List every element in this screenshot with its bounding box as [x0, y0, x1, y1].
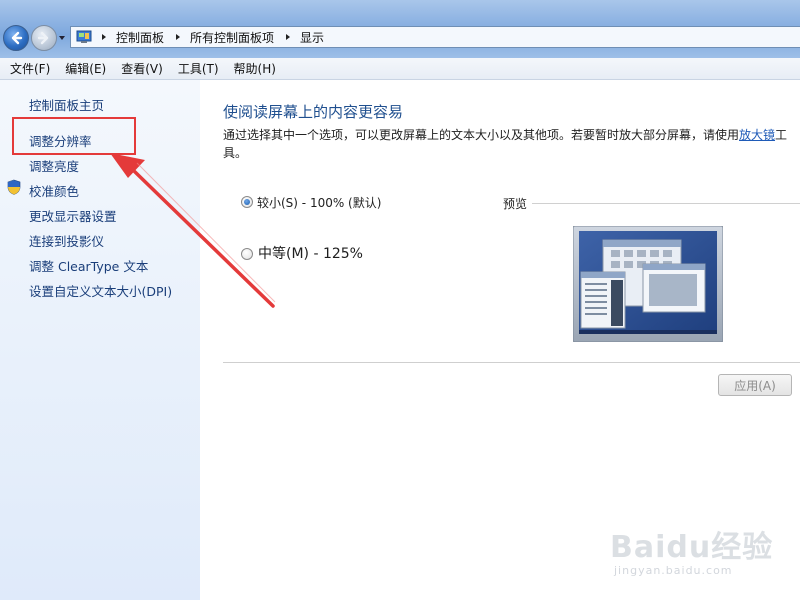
breadcrumb-separator-icon[interactable] — [174, 33, 182, 41]
content-divider — [223, 362, 800, 363]
description-text: 通过选择其中一个选项，可以更改屏幕上的文本大小以及其他项。若要暂时放大部分屏幕，… — [223, 128, 740, 142]
breadcrumb-display[interactable]: 显示 — [300, 29, 324, 46]
back-button[interactable] — [3, 25, 29, 51]
sidebar-item-change-display-settings[interactable]: 更改显示器设置 — [29, 206, 117, 225]
forward-button[interactable] — [31, 25, 57, 51]
menu-bar: 文件(F) 编辑(E) 查看(V) 工具(T) 帮助(H) — [0, 58, 800, 80]
sidebar-item-cleartype[interactable]: 调整 ClearType 文本 — [29, 256, 148, 275]
watermark-url: jingyan.baidu.com — [614, 564, 733, 577]
menu-tools[interactable]: 工具(T) — [178, 60, 219, 77]
history-dropdown-icon[interactable] — [58, 34, 66, 42]
breadcrumb-separator-icon[interactable] — [284, 33, 292, 41]
sidebar-item-calibrate-color[interactable]: 校准颜色 — [29, 181, 79, 200]
page-title: 使阅读屏幕上的内容更容易 — [223, 103, 404, 121]
breadcrumb-all-items[interactable]: 所有控制面板项 — [190, 29, 274, 46]
menu-edit[interactable]: 编辑(E) — [65, 60, 106, 77]
sidebar: 控制面板主页 调整分辨率 调整亮度 校准颜色 更改显示器设置 连接到投影仪 调整… — [0, 80, 200, 600]
radio-smaller-label[interactable]: 较小(S) - 100% (默认) — [257, 194, 381, 211]
back-arrow-icon — [11, 31, 23, 45]
navigation-bar: 控制面板 所有控制面板项 显示 — [0, 0, 800, 58]
radio-medium[interactable] — [241, 248, 253, 260]
radio-smaller[interactable] — [241, 196, 253, 208]
magnifier-link[interactable]: 放大镜 — [739, 128, 775, 142]
apply-button[interactable]: 应用(A) — [718, 374, 792, 396]
breadcrumb-separator-icon[interactable] — [100, 33, 108, 41]
sidebar-item-control-panel-home[interactable]: 控制面板主页 — [29, 95, 104, 114]
radio-medium-label[interactable]: 中等(M) - 125% — [258, 243, 363, 263]
page-description: 通过选择其中一个选项，可以更改屏幕上的文本大小以及其他项。若要暂时放大部分屏幕，… — [223, 126, 795, 162]
watermark: Baidu经验 jingyan.baidu.com — [610, 520, 795, 590]
annotation-highlight-box — [12, 117, 136, 155]
menu-help[interactable]: 帮助(H) — [234, 60, 276, 77]
preview-label: 预览 — [503, 197, 528, 211]
forward-arrow-icon — [37, 31, 49, 45]
watermark-brand: Baidu经验 — [610, 530, 774, 565]
uac-shield-icon — [7, 179, 21, 195]
preview-divider — [532, 203, 800, 204]
menu-view[interactable]: 查看(V) — [121, 60, 163, 77]
sidebar-item-custom-dpi[interactable]: 设置自定义文本大小(DPI) — [29, 281, 172, 300]
sidebar-item-connect-projector[interactable]: 连接到投影仪 — [29, 231, 104, 250]
menu-file[interactable]: 文件(F) — [10, 60, 50, 77]
control-panel-icon — [76, 30, 92, 43]
address-bar[interactable]: 控制面板 所有控制面板项 显示 — [70, 26, 800, 48]
breadcrumb-control-panel[interactable]: 控制面板 — [116, 29, 164, 46]
preview-monitor-image — [573, 226, 723, 342]
sidebar-item-adjust-brightness[interactable]: 调整亮度 — [29, 156, 79, 175]
